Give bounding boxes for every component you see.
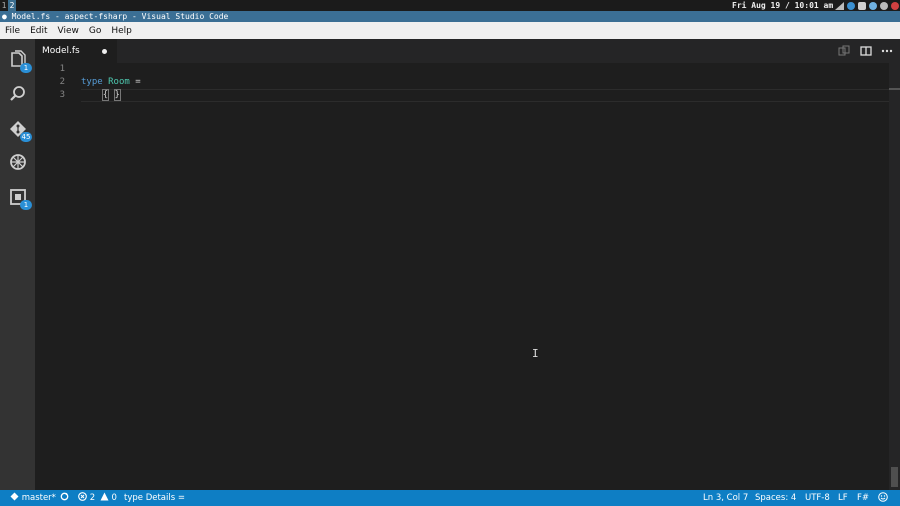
eol-setting[interactable]: LF [838,490,848,506]
compare-icon [838,45,850,56]
close-brace: } [113,89,122,101]
extensions-badge: 1 [20,200,32,210]
branch-name: master* [21,493,56,503]
workspace-1[interactable]: 1 [0,0,8,11]
encoding-setting[interactable]: UTF-8 [805,490,830,506]
explorer-badge: 1 [20,63,32,73]
warning-count: 0 [111,493,117,503]
equals-sign: = [129,77,141,87]
keyword-type: type [81,77,103,87]
search-icon [10,86,25,101]
more-actions-button[interactable] [881,45,893,57]
activity-extensions[interactable]: 1 [8,187,32,210]
sync-button[interactable] [60,490,69,506]
git-branch-item[interactable]: master* [10,490,56,506]
editor-tab-strip: Model.fs [35,39,900,63]
activity-bar: 1 45 1 [0,39,35,490]
open-brace: { [101,89,110,101]
language-mode[interactable]: F# [857,490,869,506]
menu-bar: File Edit View Go Help [0,22,900,39]
workspace-2[interactable]: 2 [8,0,16,11]
smiley-icon [878,492,888,502]
sync-icon [60,492,69,501]
volume-icon[interactable] [858,1,866,10]
activity-git[interactable]: 45 [8,119,32,142]
status-message: type Details = [124,493,185,503]
settings-icon[interactable] [880,1,888,10]
tab-model-fs[interactable]: Model.fs [35,39,117,63]
type-name: Room [108,77,130,87]
scrollbar-thumb[interactable] [891,467,898,487]
overview-ruler-mark [889,88,900,90]
feedback-button[interactable] [878,490,888,506]
error-icon [78,492,87,501]
current-line-highlight [81,89,889,102]
menu-view[interactable]: View [53,26,84,36]
vertical-scrollbar[interactable] [889,63,900,490]
error-count: 2 [89,493,96,503]
git-badge: 45 [20,132,32,142]
wifi-icon[interactable] [835,1,844,10]
code-editor[interactable]: 1 2 3 type Room = { } I [35,63,889,490]
ellipsis-icon [881,49,893,53]
split-editor-button[interactable] [860,45,872,57]
problems-indicator[interactable]: 2 0 [78,490,117,506]
code-line-2[interactable]: type Room = [81,76,141,89]
power-icon[interactable] [891,1,899,10]
warning-icon [100,492,109,501]
menu-edit[interactable]: Edit [25,26,52,36]
tab-label: Model.fs [42,46,80,56]
menu-go[interactable]: Go [84,26,106,36]
window-title: ● Model.fs - aspect-fsharp - Visual Stud… [2,12,229,21]
code-line-3[interactable]: { } [81,89,122,102]
menu-file[interactable]: File [0,26,25,36]
line-number-1: 1 [59,64,65,74]
activity-debug[interactable] [8,152,28,172]
unsaved-dot-icon[interactable] [102,49,107,54]
open-changes-button[interactable] [838,45,850,57]
split-editor-icon [860,46,872,56]
window-title-bar: ● Model.fs - aspect-fsharp - Visual Stud… [0,11,900,22]
line-number-2: 2 [59,77,65,87]
activity-search[interactable] [8,84,28,104]
system-top-bar: 1 2 Fri Aug 19 / 10:01 am [0,0,900,11]
status-bar: master* 2 0 type Details = Ln 3, Col 7 S… [0,490,900,506]
bluetooth-icon[interactable] [847,1,855,10]
debug-icon [10,154,26,170]
system-clock[interactable]: Fri Aug 19 / 10:01 am [732,0,833,11]
git-branch-icon [10,492,19,501]
indentation-setting[interactable]: Spaces: 4 [755,490,796,506]
mouse-ibeam-icon: I [532,347,539,360]
network-icon[interactable] [869,1,877,10]
line-number-3: 3 [59,90,65,100]
menu-help[interactable]: Help [106,26,137,36]
activity-explorer[interactable]: 1 [8,50,32,73]
system-tray [835,1,899,10]
cursor-position[interactable]: Ln 3, Col 7 [703,490,748,506]
